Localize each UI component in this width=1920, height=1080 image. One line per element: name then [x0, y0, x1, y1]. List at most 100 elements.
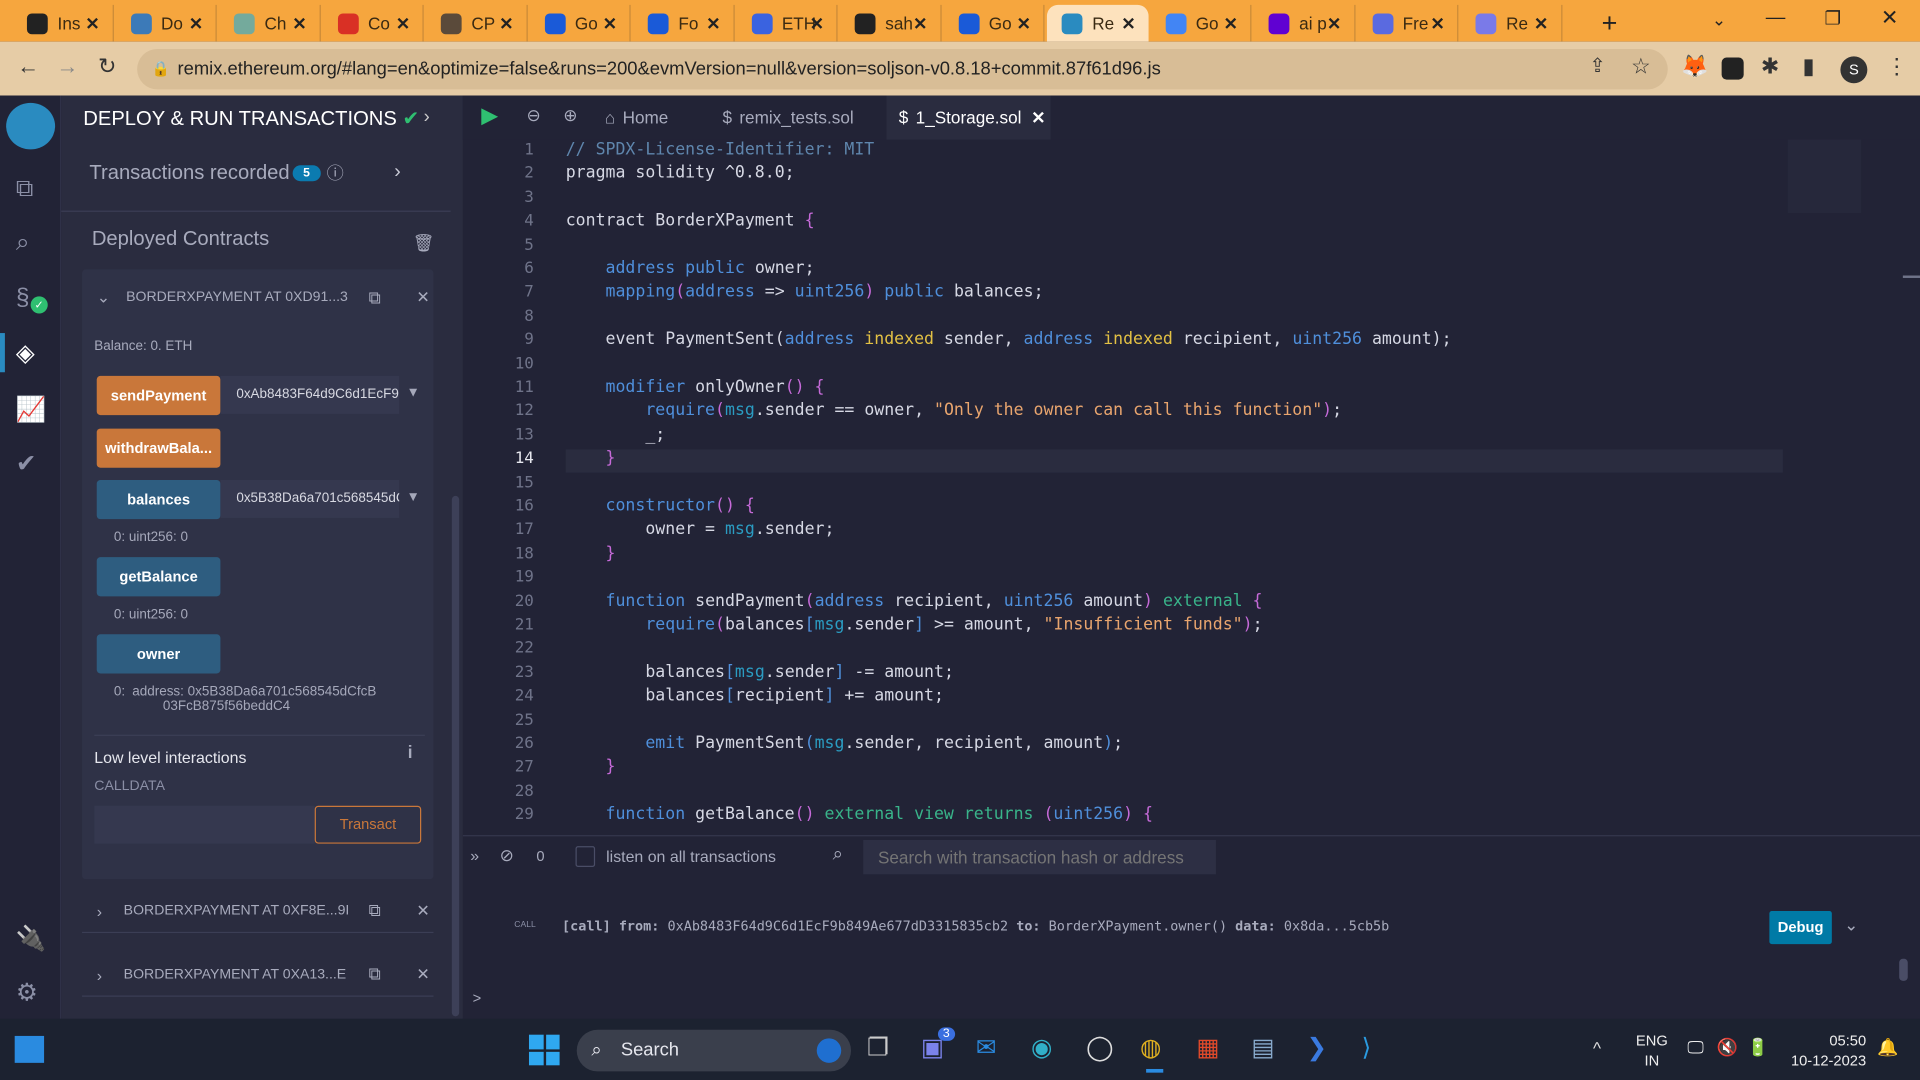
browser-tab[interactable]: Fo ✕ — [633, 4, 735, 42]
code-line[interactable]: pragma solidity ^0.8.0; — [566, 163, 795, 183]
volume-muted-icon[interactable]: 🔇 — [1717, 1037, 1738, 1058]
minimap[interactable] — [1787, 139, 1862, 214]
bing-icon[interactable] — [816, 1038, 842, 1063]
code-line[interactable]: balances[msg.sender] -= amount; — [566, 662, 954, 682]
metamask-extension-icon[interactable]: 🦊 — [1681, 54, 1708, 80]
browser-tab[interactable]: Go ✕ — [943, 4, 1045, 42]
extensions-puzzle-icon[interactable]: ✱ — [1761, 54, 1779, 80]
editor-scrollbar[interactable] — [1902, 275, 1920, 278]
close-tab-icon[interactable]: ✕ — [706, 13, 720, 34]
terminal-prompt[interactable]: > — [473, 989, 482, 1006]
address-bar[interactable]: 🔒 remix.ethereum.org/#lang=en&optimize=fa… — [137, 48, 1668, 90]
close-tab-icon[interactable]: ✕ — [1121, 13, 1135, 34]
tab-list-chevron-icon[interactable]: ⌄ — [1712, 10, 1726, 31]
vscode-icon[interactable]: ⟩ — [1362, 1032, 1372, 1063]
terminal-scrollbar[interactable] — [1899, 958, 1908, 981]
reload-icon[interactable]: ↻ — [98, 54, 116, 80]
back-icon[interactable]: ← — [17, 54, 39, 80]
code-line[interactable]: function sendPayment(address recipient, … — [566, 591, 1263, 611]
teams-chat-icon[interactable]: ▣ 3 — [921, 1027, 955, 1063]
expand-chevron-icon[interactable]: ▼ — [407, 490, 420, 505]
extension-icon[interactable] — [1721, 57, 1744, 80]
chrome-icon[interactable]: ◍ — [1140, 1032, 1161, 1063]
sendPayment-input[interactable]: 0xAb8483F64d9C6d1EcF9b849Ae677dD3315835c… — [220, 375, 400, 414]
edge-icon[interactable]: ◉ — [1031, 1032, 1052, 1063]
expand-chevron-icon[interactable]: ▼ — [407, 386, 420, 401]
notifications-icon[interactable]: 🔔 — [1877, 1037, 1898, 1058]
file-explorer-icon[interactable]: ⧉ — [16, 175, 33, 203]
code-line[interactable]: } — [566, 757, 616, 777]
new-tab-button[interactable]: + — [1602, 7, 1618, 39]
zoom-in-icon[interactable]: ⊕ — [563, 105, 577, 126]
browser-tab[interactable]: Go ✕ — [1150, 4, 1252, 42]
close-icon[interactable]: ✕ — [416, 965, 429, 985]
log-entry[interactable]: [call] from: 0xAb8483F64d9C6d1EcF9b849Ae… — [562, 918, 1389, 934]
minimize-icon[interactable]: — — [1766, 7, 1786, 29]
taskbar-search[interactable]: ⌕ Search — [576, 1029, 852, 1072]
balances-input[interactable]: 0x5B38Da6a701c568545dCfcB03FcB875f56bedd… — [220, 480, 400, 518]
solidity-compiler-icon[interactable]: § ✓ — [16, 284, 48, 314]
trash-icon[interactable]: 🗑 — [413, 233, 435, 254]
balances-button[interactable]: balances — [96, 480, 221, 520]
show-hidden-icons-chevron[interactable]: ^ — [1593, 1038, 1601, 1058]
close-tab-icon[interactable]: ✕ — [1431, 13, 1445, 34]
code-line[interactable]: contract BorderXPayment { — [566, 211, 815, 231]
powershell-icon[interactable]: ❯ — [1307, 1032, 1328, 1063]
contract-name[interactable]: BORDERXPAYMENT AT 0XA13...E — [124, 967, 347, 982]
close-tab-icon[interactable]: ✕ — [1031, 107, 1045, 128]
code-line[interactable]: require(msg.sender == owner, "Only the o… — [566, 401, 1342, 421]
forward-icon[interactable]: → — [56, 54, 78, 80]
chevron-right-icon[interactable]: › — [394, 162, 401, 184]
copy-icon[interactable]: ⧉ — [369, 964, 381, 985]
close-tab-icon[interactable]: ✕ — [189, 13, 203, 34]
info-icon[interactable]: ⓘ — [327, 163, 344, 183]
language-indicator[interactable]: ENG IN — [1636, 1031, 1668, 1070]
code-line[interactable]: function getBalance() external view retu… — [566, 805, 1153, 825]
widgets-icon[interactable] — [14, 1035, 45, 1063]
expand-chevron-icon[interactable]: › — [97, 902, 102, 920]
browser-tab[interactable]: Fre ✕ — [1357, 4, 1459, 42]
withdrawBalance-button[interactable]: withdrawBala... — [96, 428, 221, 468]
restore-icon[interactable]: ❐ — [1824, 7, 1840, 30]
info-icon[interactable]: i — [408, 742, 413, 762]
close-tab-icon[interactable]: ✕ — [1017, 13, 1031, 34]
code-line[interactable]: } — [566, 543, 616, 563]
clock[interactable]: 05:50 10-12-2023 — [1785, 1031, 1866, 1070]
close-tab-icon[interactable]: ✕ — [396, 13, 410, 34]
browser-tab[interactable]: Do ✕ — [116, 4, 217, 42]
browser-tab[interactable]: CP ✕ — [426, 4, 528, 42]
collapse-terminal-icon[interactable]: » — [470, 846, 479, 864]
deploy-run-icon[interactable]: ◈ — [16, 338, 35, 369]
close-tab-icon[interactable]: ✕ — [603, 13, 617, 34]
menu-kebab-icon[interactable]: ⋮ — [1886, 54, 1908, 80]
code-line[interactable]: emit PaymentSent(msg.sender, recipient, … — [566, 733, 1123, 753]
code-line[interactable]: } — [566, 448, 616, 468]
store-icon[interactable]: ▦ — [1196, 1032, 1219, 1063]
unit-testing-check-icon[interactable]: ✔ — [16, 448, 37, 479]
browser-tab[interactable]: Re ✕ — [1046, 4, 1148, 42]
contract-name[interactable]: BORDERXPAYMENT AT 0XF8E...9I — [124, 904, 350, 919]
code-line[interactable]: require(balances[msg.sender] >= amount, … — [566, 615, 1262, 635]
bookmark-star-icon[interactable]: ☆ — [1631, 54, 1651, 80]
browser-tab[interactable]: Re ✕ — [1461, 4, 1562, 42]
mail-icon[interactable]: ✉ — [976, 1032, 997, 1063]
copy-icon[interactable]: ⧉ — [369, 288, 381, 309]
start-windows-icon[interactable] — [528, 1034, 560, 1066]
close-icon[interactable]: ✕ — [416, 901, 429, 921]
transaction-search-input[interactable] — [863, 840, 1216, 875]
dell-icon[interactable]: ◯ — [1086, 1032, 1113, 1063]
browser-tab[interactable]: ai p ✕ — [1254, 4, 1355, 42]
code-line[interactable]: // SPDX-License-Identifier: MIT — [566, 140, 875, 160]
transactions-recorded-label[interactable]: Transactions recorded 5 ⓘ — [89, 160, 343, 184]
share-icon[interactable]: ⇪ — [1589, 54, 1605, 78]
browser-tab[interactable]: Ch ✕ — [219, 4, 321, 42]
code-line[interactable]: owner = msg.sender; — [566, 520, 834, 540]
remix-logo[interactable] — [6, 102, 56, 150]
app-icon[interactable]: ▤ — [1251, 1032, 1274, 1063]
debug-button[interactable]: Debug — [1769, 911, 1832, 945]
search-icon[interactable]: ⌕ — [16, 229, 30, 257]
sendPayment-button[interactable]: sendPayment — [96, 375, 221, 416]
tab-home[interactable]: ⌂ Home — [605, 96, 668, 140]
close-tab-icon[interactable]: ✕ — [292, 13, 306, 34]
browser-tab[interactable]: Ins ✕ — [12, 4, 114, 42]
